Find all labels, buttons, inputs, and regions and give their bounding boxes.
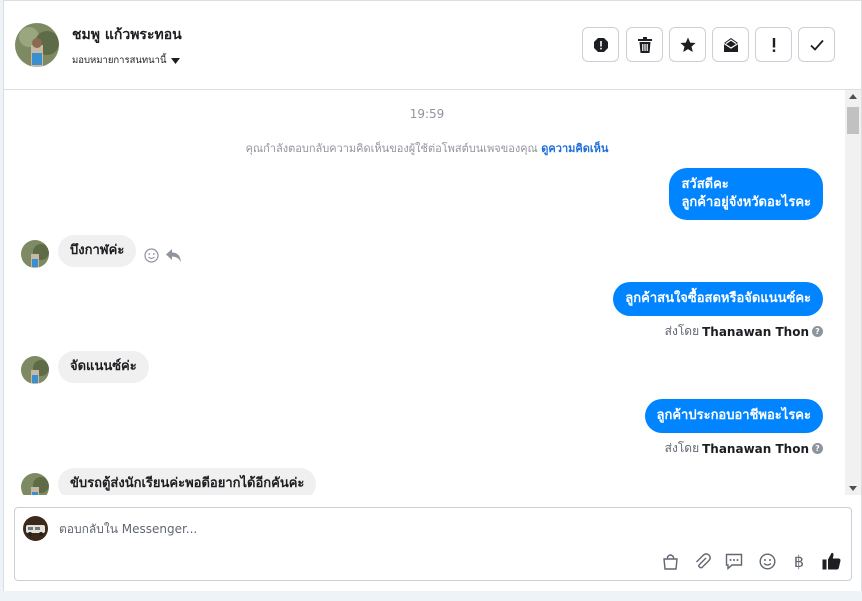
bottom-strip bbox=[0, 591, 862, 601]
mark-spam-button[interactable] bbox=[582, 27, 619, 62]
incoming-message[interactable]: จัดแนนซ์ค่ะ bbox=[58, 351, 149, 383]
page-avatar bbox=[23, 516, 48, 541]
message-line: ลูกค้าอยู่จังหวัดอะไรคะ bbox=[681, 195, 811, 210]
follow-up-button[interactable] bbox=[755, 27, 792, 62]
outgoing-message[interactable]: ลูกค้าสนใจซื้อสดหรือจัดแนนซ์คะ bbox=[613, 282, 823, 316]
attachment-icon bbox=[695, 552, 711, 568]
shop-button[interactable] bbox=[659, 550, 681, 572]
contact-avatar-small bbox=[21, 356, 49, 384]
info-icon[interactable]: ? bbox=[812, 326, 823, 337]
follow-up-icon bbox=[772, 37, 775, 52]
conversation-header: ชมพู แก้วพระทอน มอบหมายการสนทนานี้ bbox=[4, 1, 861, 90]
mark-unread-button[interactable] bbox=[712, 27, 749, 62]
saved-reply-icon bbox=[725, 553, 743, 570]
message-actions bbox=[144, 248, 182, 263]
mark-unread-icon bbox=[723, 37, 738, 52]
payment-button[interactable]: ฿ bbox=[788, 550, 810, 572]
sent-by-prefix: ส่งโดย bbox=[664, 441, 700, 455]
attach-button[interactable] bbox=[691, 550, 713, 572]
message-line: สวัสดีคะ bbox=[681, 177, 729, 192]
reply-input[interactable] bbox=[59, 522, 759, 536]
scroll-up-arrow-icon[interactable] bbox=[849, 94, 857, 99]
sent-by-prefix: ส่งโดย bbox=[664, 324, 700, 338]
spam-icon bbox=[593, 37, 608, 52]
sent-by-label: ส่งโดย Thanawan Thon ? bbox=[665, 439, 823, 458]
done-icon bbox=[809, 39, 824, 51]
star-icon bbox=[679, 37, 696, 52]
delete-button[interactable] bbox=[626, 27, 663, 62]
react-emoji-icon[interactable] bbox=[144, 248, 159, 263]
star-button[interactable] bbox=[669, 27, 706, 62]
outgoing-message[interactable]: สวัสดีคะ ลูกค้าอยู่จังหวัดอะไรคะ bbox=[669, 168, 823, 220]
trash-icon bbox=[637, 36, 652, 53]
saved-replies-button[interactable] bbox=[723, 550, 745, 572]
like-icon bbox=[822, 552, 840, 570]
assign-label: มอบหมายการสนทนานี้ bbox=[72, 55, 167, 66]
emoji-button[interactable] bbox=[756, 550, 778, 572]
sent-by-label: ส่งโดย Thanawan Thon ? bbox=[665, 322, 823, 341]
like-button[interactable] bbox=[820, 550, 842, 572]
outgoing-message[interactable]: ลูกค้าประกอบอาชีพอะไรคะ bbox=[644, 399, 823, 433]
contact-avatar-small bbox=[21, 240, 49, 268]
incoming-message[interactable]: บึงกาฬค่ะ bbox=[58, 235, 137, 267]
comment-reply-notice: คุณกำลังตอบกลับความคิดเห็นของผู้ใช้ต่อโพ… bbox=[4, 139, 850, 157]
caret-down-icon bbox=[170, 57, 180, 64]
info-icon[interactable]: ? bbox=[812, 443, 823, 454]
message-thread[interactable]: 19:59 คุณกำลังตอบกลับความคิดเห็นของผู้ใช… bbox=[4, 90, 861, 495]
contact-name[interactable]: ชมพู แก้วพระทอน bbox=[72, 24, 182, 46]
inbox-conversation-panel: ชมพู แก้วพระทอน มอบหมายการสนทนานี้ 19:59… bbox=[3, 0, 862, 591]
thread-scrollbar[interactable] bbox=[845, 90, 861, 495]
scroll-thumb[interactable] bbox=[847, 107, 859, 134]
reply-icon[interactable] bbox=[165, 248, 182, 263]
bag-icon bbox=[662, 553, 678, 570]
message-timestamp: 19:59 bbox=[409, 107, 445, 121]
mark-done-button[interactable] bbox=[798, 27, 835, 62]
contact-avatar-small bbox=[21, 473, 49, 495]
incoming-message[interactable]: ขับรถตู้ส่งนักเรียนค่ะพอดีอยากได้อีกคันค… bbox=[58, 468, 317, 495]
baht-icon: ฿ bbox=[793, 551, 805, 571]
notice-text: คุณกำลังตอบกลับความคิดเห็นของผู้ใช้ต่อโพ… bbox=[245, 142, 538, 155]
view-comment-link[interactable]: ดูความคิดเห็น bbox=[541, 142, 608, 155]
assign-conversation-dropdown[interactable]: มอบหมายการสนทนานี้ bbox=[72, 53, 180, 68]
emoji-icon bbox=[758, 552, 776, 570]
sender-name: Thanawan Thon bbox=[702, 324, 809, 339]
sender-name: Thanawan Thon bbox=[702, 441, 809, 456]
reply-composer: ฿ bbox=[14, 507, 852, 581]
scroll-down-arrow-icon[interactable] bbox=[849, 486, 857, 491]
contact-avatar[interactable] bbox=[15, 23, 59, 67]
